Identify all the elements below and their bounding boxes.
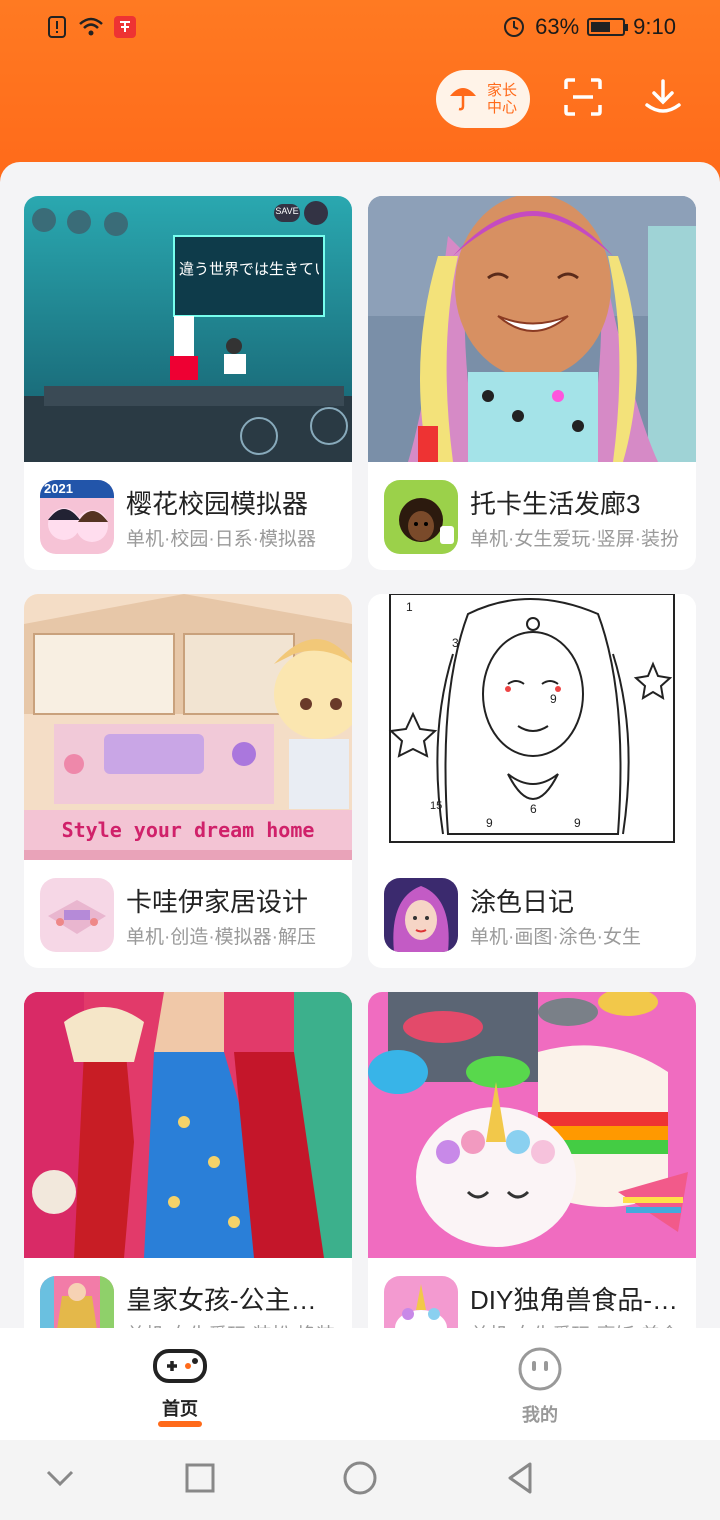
cover-number: 1 — [406, 600, 413, 614]
game-title: 涂色日记 — [470, 887, 575, 917]
tab-mine[interactable]: 我的 — [480, 1346, 600, 1430]
game-title: DIY独角兽食品-蛋糕 — [470, 1285, 684, 1315]
cover-number: 9 — [550, 692, 557, 706]
cover-number: 9 — [486, 816, 493, 830]
game-cover — [368, 196, 696, 462]
game-title: 托卡生活发廊3 — [470, 489, 641, 519]
app-notification-icon — [112, 14, 138, 40]
game-icon — [384, 480, 458, 554]
game-tags: 单机·创造·模拟器·解压 — [126, 927, 316, 948]
wifi-icon — [78, 14, 104, 40]
game-card[interactable]: 1 3 9 6 9 9 15 涂色日记 单机·画图·涂色·女生 — [368, 594, 696, 968]
game-icon: 2021 — [40, 480, 114, 554]
umbrella-icon — [448, 82, 478, 117]
game-card[interactable]: 托卡生活发廊3 单机·女生爱玩·竖屏·装扮 — [368, 196, 696, 570]
nav-back-button[interactable] — [500, 1460, 540, 1500]
data-saver-icon — [501, 14, 527, 40]
tab-mine-label: 我的 — [522, 1405, 558, 1425]
icon-year-badge: 2021 — [44, 481, 73, 496]
nav-home-button[interactable] — [340, 1460, 380, 1500]
parent-center-button[interactable]: 家长中心 — [436, 70, 530, 128]
game-card[interactable]: DIY独角兽食品-蛋糕 单机·女生爱玩·烹饪·美食 — [368, 992, 696, 1330]
cover-caption: 違う世界では生きている — [179, 261, 319, 278]
download-button[interactable] — [638, 74, 688, 124]
circle-icon — [342, 1460, 378, 1501]
cover-number: 9 — [574, 816, 581, 830]
game-tags: 单机·女生爱玩·竖屏·装扮 — [470, 529, 679, 550]
clock: 9:10 — [633, 14, 676, 39]
game-cover — [24, 992, 352, 1258]
nav-recents-button[interactable] — [180, 1460, 220, 1500]
scan-icon — [563, 77, 603, 122]
cover-number: 3 — [452, 636, 459, 650]
game-tags: 单机·画图·涂色·女生 — [470, 927, 641, 948]
game-card[interactable]: Style your dream home 卡哇伊家居设计 单机·创造·模拟器·… — [24, 594, 352, 968]
game-icon — [384, 1276, 458, 1330]
download-icon — [643, 77, 683, 122]
cover-number: 15 — [430, 800, 443, 812]
game-title: 樱花校园模拟器 — [126, 489, 309, 519]
smiley-icon — [517, 1347, 563, 1396]
bottom-tab-bar: 首页 我的 — [0, 1328, 720, 1440]
cover-number: 6 — [530, 802, 537, 816]
game-cover: 1 3 9 6 9 9 15 — [368, 594, 696, 860]
game-icon — [40, 878, 114, 952]
game-title: 皇家女孩-公主换装 — [126, 1285, 340, 1315]
scan-button[interactable] — [558, 74, 608, 124]
tab-home-label: 首页 — [162, 1399, 198, 1419]
square-icon — [184, 1462, 216, 1499]
battery-percent: 63% — [535, 14, 580, 39]
game-tags: 单机·校园·日系·模拟器 — [126, 529, 316, 550]
system-nav-bar — [0, 1440, 720, 1520]
cover-caption: Style your dream home — [61, 818, 315, 842]
save-badge: SAVE — [275, 206, 299, 216]
status-right: 63% 9:10 — [501, 14, 676, 40]
game-cover: 違う世界では生きている SAVE — [24, 196, 352, 462]
tab-home[interactable]: 首页 — [120, 1346, 240, 1430]
gamepad-icon — [152, 1349, 208, 1390]
chevron-down-icon — [45, 1468, 75, 1493]
game-icon — [40, 1276, 114, 1330]
back-triangle-icon — [504, 1461, 536, 1500]
active-tab-indicator — [158, 1421, 202, 1427]
status-bar: 63% 9:10 — [0, 0, 720, 58]
game-cover: Style your dream home — [24, 594, 352, 860]
game-cover — [368, 992, 696, 1258]
nav-hide-button[interactable] — [40, 1460, 80, 1500]
status-left-icons — [44, 14, 138, 40]
game-list: 違う世界では生きている SAVE 2021 樱花校园模拟器 单机·校园·日系·模… — [0, 162, 720, 1330]
game-card[interactable]: 違う世界では生きている SAVE 2021 樱花校园模拟器 单机·校园·日系·模… — [24, 196, 352, 570]
battery-icon — [587, 18, 629, 36]
game-title: 卡哇伊家居设计 — [126, 887, 309, 917]
game-icon — [384, 878, 458, 952]
alert-icon — [44, 14, 70, 40]
parent-center-label: 家长中心 — [486, 82, 517, 116]
game-card[interactable]: 皇家女孩-公主换装 单机·女生爱玩·装扮·换装 — [24, 992, 352, 1330]
